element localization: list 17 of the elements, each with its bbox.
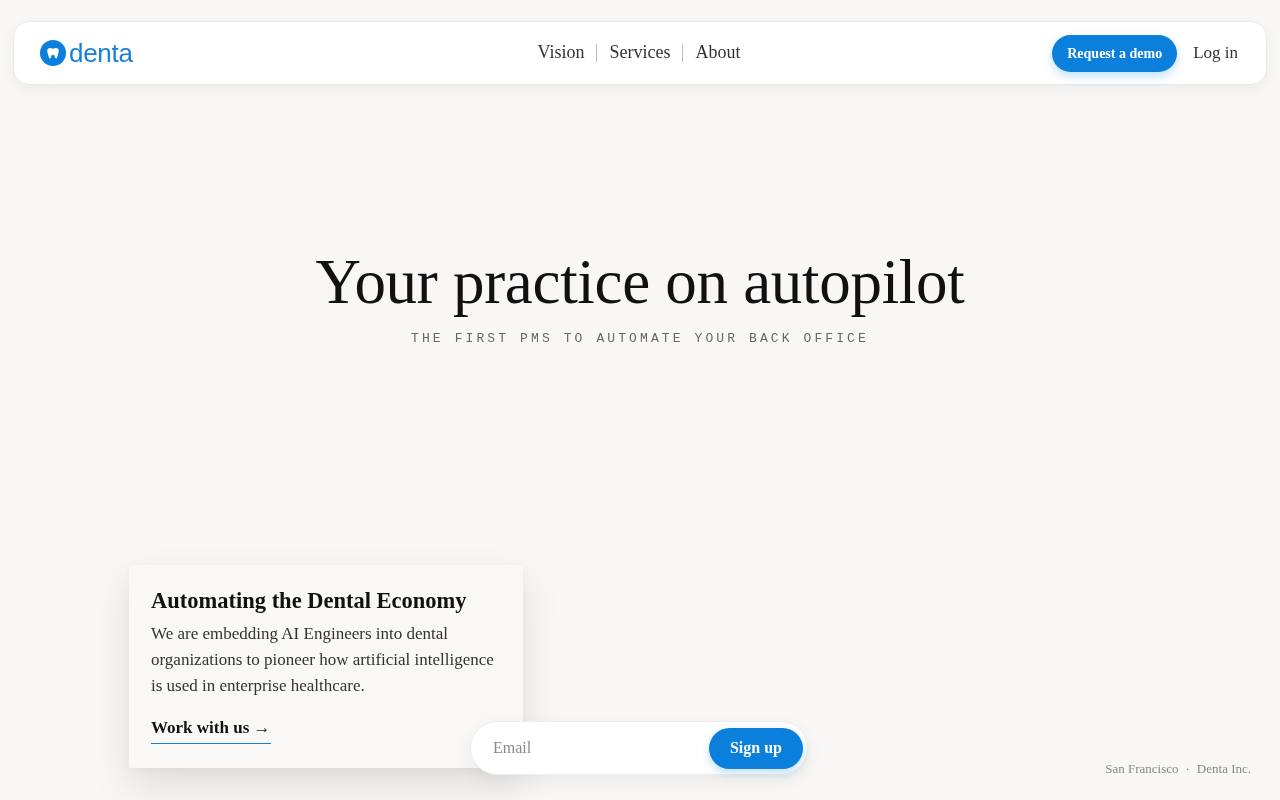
card-paragraph: We are embedding AI Engineers into dental organizations to pioneer how artificial intelligence is used in enterprise healthcare.	[151, 622, 495, 697]
tooth-logo-icon	[40, 40, 66, 66]
logo-text[interactable]: denta	[69, 40, 133, 66]
footer-company: Denta Inc.	[1196, 759, 1251, 778]
footer-separator: ·	[1185, 759, 1190, 778]
nav-link[interactable]: Services	[609, 42, 671, 64]
request-demo-button[interactable]: Request a demo	[1052, 34, 1178, 72]
sign-up-button[interactable]: Sign up	[708, 727, 803, 769]
card-heading: Automating the Dental Economy	[151, 586, 468, 614]
footer-location: San Francisco	[1105, 759, 1179, 778]
login-link[interactable]: Log in	[1193, 40, 1238, 66]
hero-subtitle: THE FIRST PMS TO AUTOMATE YOUR BACK OFFICE	[410, 330, 870, 349]
email-field[interactable]: Email Sign up	[470, 721, 808, 775]
nav-link[interactable]: Vision	[537, 42, 585, 64]
work-with-us-link[interactable]: Work with us →	[151, 714, 271, 744]
nav-link[interactable]: About	[695, 42, 741, 64]
hero-heading: Your practice on autopilot	[314, 248, 966, 318]
